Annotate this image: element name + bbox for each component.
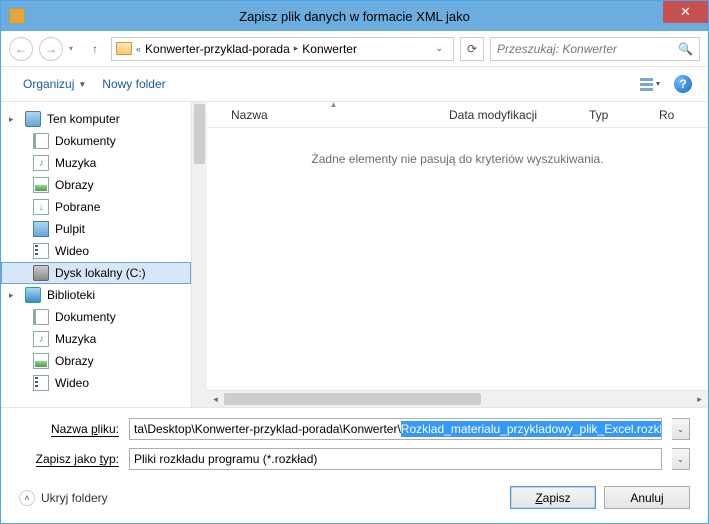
computer-icon <box>25 111 41 127</box>
filetype-label: Zapisz jako typ: <box>19 452 119 466</box>
chevron-right-icon[interactable]: « <box>136 44 141 54</box>
search-placeholder: Przeszukaj: Konwerter <box>497 42 617 56</box>
new-folder-button[interactable]: Nowy folder <box>96 73 171 95</box>
tree-videos[interactable]: Wideo <box>1 240 191 262</box>
save-button[interactable]: Zapisz <box>510 486 596 509</box>
chevron-right-icon[interactable]: ▸ <box>294 43 299 54</box>
desktop-icon <box>33 221 49 237</box>
back-button[interactable]: ← <box>9 37 33 61</box>
window-title: Zapisz plik danych w formacie XML jako <box>239 9 470 24</box>
folder-tree[interactable]: ▸Ten komputer Dokumenty ♪Muzyka Obrazy ↓… <box>1 102 191 407</box>
sort-indicator-icon: ▲ <box>219 101 448 109</box>
search-input[interactable]: Przeszukaj: Konwerter 🔍 <box>490 37 700 61</box>
chevron-down-icon: ▼ <box>78 80 86 89</box>
chevron-up-icon: ˄ <box>19 490 35 506</box>
folder-icon <box>116 42 132 55</box>
history-dropdown[interactable]: ▾ <box>69 44 79 53</box>
tree-libraries[interactable]: ▸Biblioteki <box>1 284 191 306</box>
address-dropdown[interactable]: ⌄ <box>429 43 449 54</box>
videos-icon <box>33 243 49 259</box>
scrollbar-track[interactable] <box>224 391 691 407</box>
scroll-right-button[interactable]: ▸ <box>691 391 708 408</box>
search-icon[interactable]: 🔍 <box>678 42 693 56</box>
organize-menu[interactable]: Organizuj ▼ <box>17 73 92 95</box>
navigation-bar: ← → ▾ ↑ « Konwerter-przyklad-porada ▸ Ko… <box>1 31 708 67</box>
tree-lib-videos[interactable]: Wideo <box>1 372 191 394</box>
tree-lib-documents[interactable]: Dokumenty <box>1 306 191 328</box>
horizontal-scrollbar[interactable]: ◂ ▸ <box>207 390 708 407</box>
file-list[interactable]: ▲Nazwa Data modyfikacji Typ Ro Żadne ele… <box>207 102 708 407</box>
address-bar[interactable]: « Konwerter-przyklad-porada ▸ Konwerter … <box>111 37 454 61</box>
tree-lib-pictures[interactable]: Obrazy <box>1 350 191 372</box>
tree-documents[interactable]: Dokumenty <box>1 130 191 152</box>
toolbar: Organizuj ▼ Nowy folder ? <box>1 67 708 101</box>
scrollbar-thumb[interactable] <box>194 104 205 164</box>
filename-selection: Rozklad_materialu_przykladowy_plik_Excel… <box>401 421 662 437</box>
tree-music[interactable]: ♪Muzyka <box>1 152 191 174</box>
documents-icon <box>33 309 49 325</box>
refresh-button[interactable]: ⟳ <box>460 37 484 61</box>
documents-icon <box>33 133 49 149</box>
tree-desktop[interactable]: Pulpit <box>1 218 191 240</box>
filename-input[interactable]: ta\Desktop\Konwerter-przyklad-porada\Kon… <box>129 418 662 440</box>
libraries-icon <box>25 287 41 303</box>
disk-icon <box>33 265 49 281</box>
downloads-icon: ↓ <box>33 199 49 215</box>
music-icon: ♪ <box>33 155 49 171</box>
column-name[interactable]: ▲Nazwa <box>207 102 437 127</box>
pictures-icon <box>33 177 49 193</box>
titlebar[interactable]: Zapisz plik danych w formacie XML jako ✕ <box>1 1 708 31</box>
column-date[interactable]: Data modyfikacji <box>437 102 577 127</box>
cancel-button[interactable]: Anuluj <box>604 486 690 509</box>
forward-button[interactable]: → <box>39 37 63 61</box>
filename-label: Nazwa pliku: <box>19 422 119 436</box>
up-button[interactable]: ↑ <box>85 39 105 59</box>
filetype-dropdown[interactable]: ⌄ <box>672 448 690 470</box>
tree-downloads[interactable]: ↓Pobrane <box>1 196 191 218</box>
column-headers: ▲Nazwa Data modyfikacji Typ Ro <box>207 102 708 128</box>
column-size[interactable]: Ro <box>647 102 708 127</box>
tree-local-disk[interactable]: Dysk lokalny (C:) <box>1 262 191 284</box>
close-button[interactable]: ✕ <box>663 1 708 23</box>
pictures-icon <box>33 353 49 369</box>
videos-icon <box>33 375 49 391</box>
app-icon <box>9 8 25 24</box>
bottom-panel: Nazwa pliku: ta\Desktop\Konwerter-przykl… <box>1 407 708 523</box>
column-type[interactable]: Typ <box>577 102 647 127</box>
filename-dropdown[interactable]: ⌄ <box>672 418 690 440</box>
filetype-select[interactable]: Pliki rozkładu programu (*.rozkład) <box>129 448 662 470</box>
scrollbar-thumb[interactable] <box>224 393 481 405</box>
breadcrumb-seg-1[interactable]: Konwerter-przyklad-porada <box>145 42 290 56</box>
tree-lib-music[interactable]: ♪Muzyka <box>1 328 191 350</box>
empty-list-message: Żadne elementy nie pasują do kryteriów w… <box>207 152 708 166</box>
help-button[interactable]: ? <box>674 75 692 93</box>
hide-folders-button[interactable]: ˄ Ukryj foldery <box>19 490 108 506</box>
view-options-button[interactable] <box>636 74 664 94</box>
scroll-left-button[interactable]: ◂ <box>207 391 224 408</box>
breadcrumb-seg-2[interactable]: Konwerter <box>302 42 357 56</box>
tree-this-pc[interactable]: ▸Ten komputer <box>1 108 191 130</box>
music-icon: ♪ <box>33 331 49 347</box>
tree-pictures[interactable]: Obrazy <box>1 174 191 196</box>
tree-scrollbar[interactable] <box>191 102 207 407</box>
